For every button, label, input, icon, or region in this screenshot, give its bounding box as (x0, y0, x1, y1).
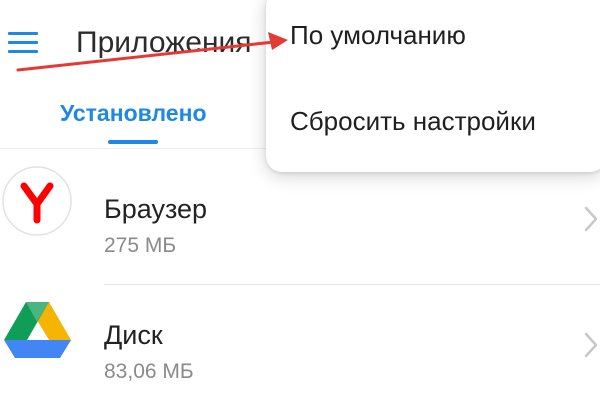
app-size: 83,06 МБ (104, 360, 194, 383)
tab-installed[interactable]: Установлено (60, 100, 207, 127)
app-size: 275 МБ (104, 234, 177, 257)
app-list-item-browser[interactable]: Браузер 275 МБ (0, 156, 600, 278)
menu-item-default[interactable]: По умолчанию (290, 20, 466, 51)
chevron-right-icon (584, 332, 598, 358)
overflow-menu: По умолчанию Сбросить настройки (266, 0, 600, 172)
tab-active-indicator (108, 140, 158, 144)
app-list-item-disk[interactable]: Диск 83,06 МБ (0, 282, 600, 404)
hamburger-menu-icon[interactable] (8, 32, 38, 54)
page-title: Приложения (76, 26, 252, 59)
yandex-browser-icon (2, 166, 72, 236)
chevron-right-icon (584, 206, 598, 232)
menu-item-reset-settings[interactable]: Сбросить настройки (290, 106, 536, 137)
app-name: Диск (104, 320, 163, 350)
app-name: Браузер (104, 194, 208, 224)
google-drive-icon (4, 302, 71, 358)
